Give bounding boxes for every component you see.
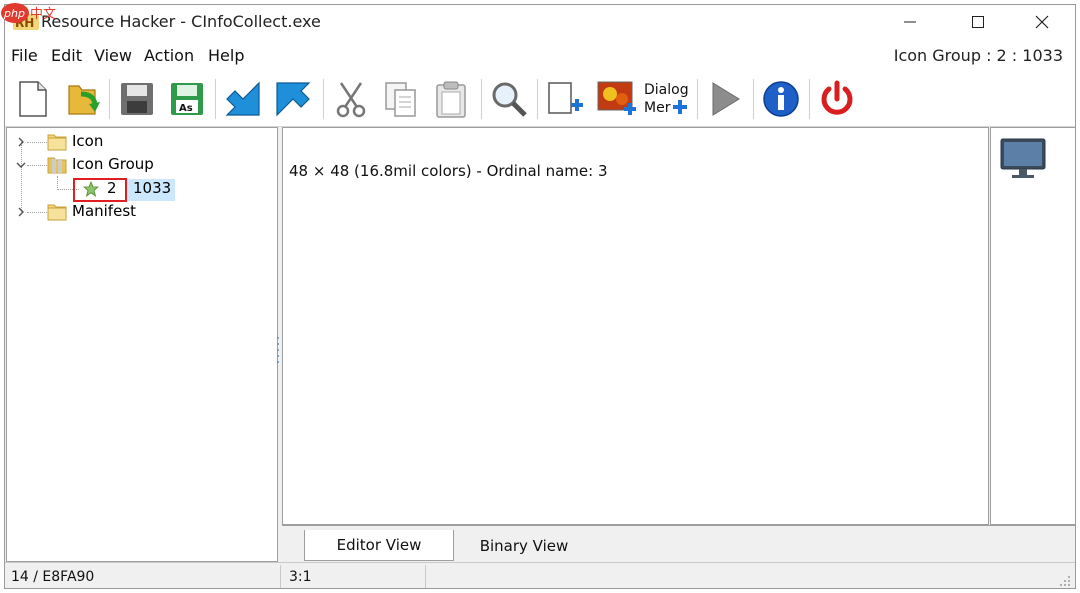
find-icon [492,82,527,117]
cut-button[interactable] [329,77,373,121]
resize-grip-icon[interactable] [1059,575,1071,587]
resource-location-label: Icon Group : 2 : 1033 [893,46,1063,65]
about-button[interactable] [759,77,803,121]
add-blank-resource-button[interactable] [543,77,587,121]
maximize-icon [972,16,984,28]
toolbar-separator [753,79,754,119]
app-window: RH Resource Hacker - CInfoCollect.exe Fi… [4,4,1076,589]
svg-text:php: php [3,7,25,20]
save-icon [121,83,153,115]
open-file-icon [68,85,100,115]
expand-chevron-right-icon[interactable] [15,206,27,218]
minimize-icon [904,21,916,23]
editor-panel[interactable]: 48 × 48 (16.8mil colors) - Ordinal name:… [282,127,989,525]
tree-connector [57,176,58,190]
go-to-button[interactable] [271,77,315,121]
annotation-highlight-box [73,178,127,202]
compile-icon [225,81,260,116]
title-bar[interactable]: RH Resource Hacker - CInfoCollect.exe [5,5,1075,39]
tree-connector [27,212,47,213]
save-as-button[interactable]: As [165,77,209,121]
menu-file[interactable]: File [11,46,38,65]
save-as-icon: As [171,83,203,115]
dialog-label: Dialog [644,82,689,98]
minimize-button[interactable] [881,5,939,39]
status-offset: 14 / E8FA90 [11,569,95,585]
collapse-chevron-down-icon[interactable] [15,159,27,171]
tree-item-icon-group[interactable]: Icon Group [72,155,154,173]
toolbar-separator [323,79,324,119]
resource-tree[interactable]: Icon Icon Group 2 1033 Manifest [6,127,278,562]
add-blank-resource-icon [548,82,583,114]
paste-button[interactable] [429,77,473,121]
splitter-handle[interactable] [276,335,280,363]
toolbar-separator [109,79,110,119]
run-script-icon [712,82,740,116]
status-separator [425,565,426,588]
new-button[interactable] [11,77,55,121]
tree-item-manifest[interactable]: Manifest [72,202,136,220]
find-button[interactable] [487,77,531,121]
view-tabs: Editor View Binary View [282,525,1075,562]
status-cursor-position: 3:1 [289,569,312,585]
add-dialog-menu-button[interactable]: Dialog Mer [643,77,691,121]
open-button[interactable] [61,77,105,121]
toolbar: As Dialog Mer [5,71,1075,127]
exit-button[interactable] [815,77,859,121]
open-folder-icon [47,157,67,174]
tab-editor-view[interactable]: Editor View [304,530,454,561]
php-watermark-logo: php 中文 [1,3,56,23]
folder-icon [47,204,67,221]
copy-icon [385,82,416,117]
new-file-icon [19,81,47,117]
compile-button[interactable] [221,77,265,121]
status-separator [280,565,281,588]
menu-bar: File Edit View Action Help Icon Group : … [5,39,1075,71]
maximize-button[interactable] [949,5,1007,39]
svg-text:中文: 中文 [30,7,56,22]
paste-icon [436,81,466,118]
menu-action[interactable]: Action [144,46,194,65]
toolbar-separator [481,79,482,119]
add-image-resource-icon [597,81,636,115]
tree-item-lang-1033[interactable]: 1033 [133,179,171,197]
dialog-menu-icon: Dialog Mer [644,82,689,116]
copy-button[interactable] [379,77,423,121]
tree-connector [27,165,47,166]
icon-preview-panel [990,127,1075,525]
expand-chevron-right-icon[interactable] [15,136,27,148]
close-button[interactable] [1013,5,1071,39]
status-bar: 14 / E8FA90 3:1 [5,562,1075,588]
toolbar-separator [215,79,216,119]
menu-edit[interactable]: Edit [51,46,82,65]
resource-description: 48 × 48 (16.8mil colors) - Ordinal name:… [289,162,608,180]
go-to-icon [276,82,311,117]
info-icon [763,81,799,117]
tree-item-icon[interactable]: Icon [72,132,103,150]
cut-icon [336,82,366,118]
close-icon [1035,15,1049,29]
save-as-label: As [179,103,193,114]
tree-connector [21,142,22,212]
toolbar-separator [809,79,810,119]
toolbar-separator [697,79,698,119]
run-script-button[interactable] [703,77,747,121]
menu-help[interactable]: Help [208,46,244,65]
tab-binary-view[interactable]: Binary View [454,530,594,561]
monitor-icon [1000,138,1046,178]
menu-label: Mer [644,100,671,116]
window-title: Resource Hacker - CInfoCollect.exe [41,12,321,31]
folder-icon [47,134,67,151]
tree-connector [27,142,47,143]
toolbar-separator [537,79,538,119]
save-button[interactable] [115,77,159,121]
exit-icon [821,80,853,115]
add-image-resource-button[interactable] [595,77,639,121]
menu-view[interactable]: View [94,46,132,65]
